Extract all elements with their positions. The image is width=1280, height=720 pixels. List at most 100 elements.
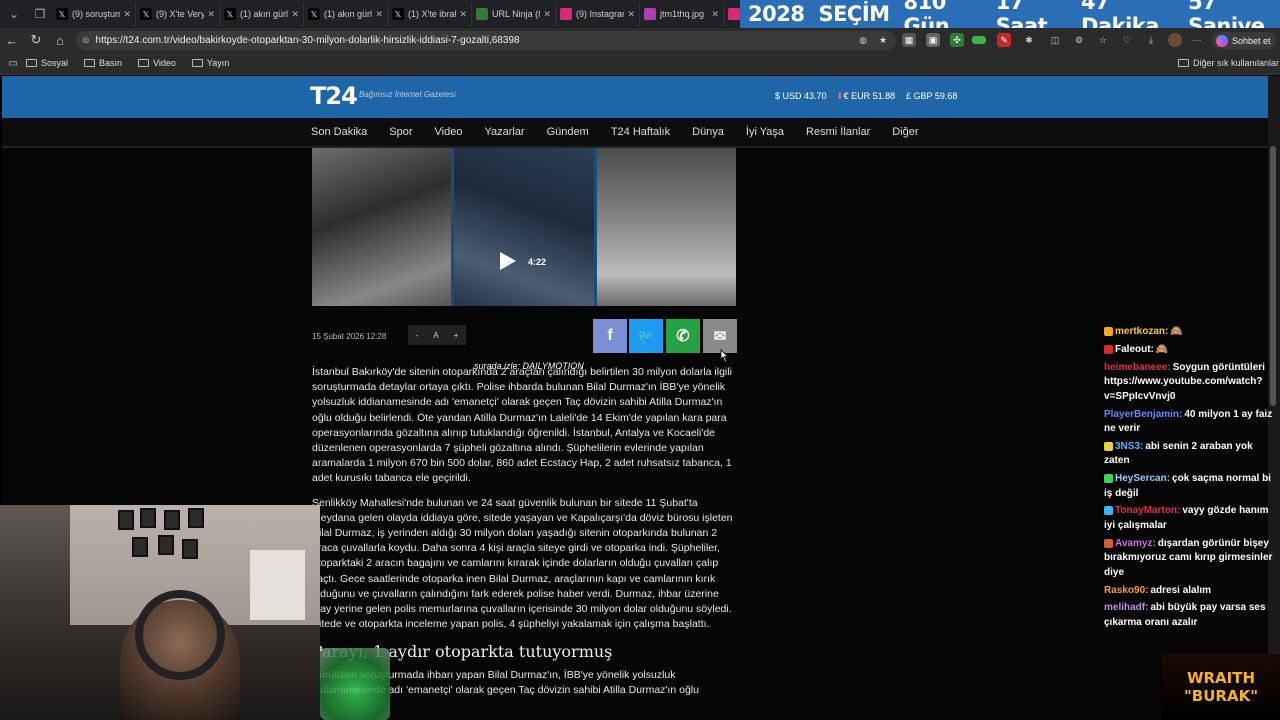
nav-item[interactable]: T24 Haftalık — [611, 126, 670, 138]
refresh-button[interactable]: ↻ — [24, 28, 48, 52]
url-ninja-icon — [476, 8, 488, 20]
wall-photo-frame — [158, 535, 174, 555]
browser-tab[interactable]: 𝕏 (1) X'te ibrah ✕ — [388, 2, 472, 26]
font-decrease-button[interactable]: - — [416, 331, 419, 340]
folder-icon — [191, 59, 203, 67]
browser-tab[interactable]: jtm1thq.jpg ✕ — [640, 2, 724, 26]
usd-value: USD 43.70 — [782, 91, 827, 101]
close-tab-icon[interactable]: ✕ — [375, 9, 383, 20]
wraith-burak-overlay-logo: WRAITH "BURAK" — [1162, 654, 1280, 720]
chat-username: Rasko90: — [1104, 584, 1149, 596]
election-countdown-banner: 2028 SEÇİM 810 Gün 17 Saat 47 Dakika 57 … — [740, 0, 1280, 38]
other-bookmarks-folder[interactable]: Diğer sık kullanılanlar — [1178, 58, 1279, 68]
browser-tab[interactable]: 𝕏 (1) akın gürle ✕ — [220, 2, 304, 26]
nav-item[interactable]: Yazarlar — [484, 126, 524, 138]
downloads-icon[interactable]: ⤓ — [1144, 33, 1158, 47]
browser-tab[interactable]: URL Ninja (8 ✕ — [472, 2, 556, 26]
tab-strip: 𝕏 (9) soruşturm ✕ 𝕏 (9) X'te Veryz ✕ 𝕏 (1) akın… — [52, 2, 740, 26]
browser-tab[interactable]: 𝕏 (9) X'te Veryz ✕ — [136, 2, 220, 26]
browser-tab[interactable]: (9) Instagram ✕ — [556, 2, 640, 26]
close-tab-icon[interactable]: ✕ — [459, 9, 467, 20]
x-icon: 𝕏 — [140, 8, 152, 20]
play-icon[interactable] — [497, 251, 517, 271]
nav-item[interactable]: Son Dakika — [311, 126, 367, 138]
chat-message: Faleout: 🙈 — [1104, 343, 1274, 357]
url-text: https://t24.com.tr/video/bakirkoyde-otop… — [95, 35, 520, 46]
wall-photo-frame — [118, 510, 134, 530]
font-increase-button[interactable]: + — [454, 331, 459, 340]
twitter-share-button[interactable]: 🐦 — [629, 319, 663, 353]
bookmark-folder-basin[interactable]: Basın — [84, 58, 122, 68]
split-screen-icon[interactable]: ◫ — [1048, 33, 1062, 47]
favorites-icon[interactable]: ☆ — [1096, 33, 1110, 47]
chat-username: heimebaneee: — [1104, 361, 1171, 373]
email-share-button[interactable]: ✉ — [703, 319, 737, 353]
address-bar[interactable]: ⊜ https://t24.com.tr/video/bakirkoyde-ot… — [76, 31, 896, 50]
chat-message: Avamyz: dışardan görünür bişey bırakmıyor… — [1104, 537, 1274, 580]
wall-photo-frame — [140, 508, 156, 528]
extension-icon[interactable]: ✎ — [997, 33, 1011, 47]
tab-title: (1) akın gürle — [240, 9, 289, 19]
settings-icon[interactable]: ⚙ — [1072, 33, 1086, 47]
nav-item[interactable]: Diğer — [892, 126, 918, 138]
facebook-share-button[interactable]: f — [593, 319, 627, 353]
home-button[interactable]: ⌂ — [48, 28, 72, 52]
browser-tab[interactable]: 𝕏 (1) akın gürle ✕ — [304, 2, 388, 26]
extension-icon[interactable]: ▣ — [926, 33, 940, 47]
extension-icon[interactable]: ✣ — [950, 33, 964, 47]
chat-message: HeySercan: çok saçma normal bi iş değil — [1104, 472, 1274, 501]
back-button[interactable]: ← — [0, 28, 24, 52]
collections-icon[interactable]: ♡ — [1120, 33, 1134, 47]
copilot-label: Sohbet et — [1232, 35, 1271, 46]
eur-rate: ⬇€ EUR 51.88 — [836, 91, 896, 101]
close-tab-icon[interactable]: ✕ — [543, 9, 551, 20]
t24-logo[interactable]: T24 — [310, 82, 358, 110]
bookmark-folder-video[interactable]: Video — [138, 58, 176, 68]
nav-item[interactable]: İyi Yaşa — [746, 126, 784, 138]
countdown-year: 2028 — [748, 2, 805, 26]
browser-toolbar: ← ↻ ⌂ ⊜ https://t24.com.tr/video/bakirko… — [0, 28, 1280, 52]
bookmark-folder-yayin[interactable]: Yayın — [191, 58, 230, 68]
workspaces-icon[interactable]: ❐ — [28, 2, 52, 26]
video-thumbnail-panel — [596, 148, 736, 306]
copilot-chat-button[interactable]: Sohbet et — [1212, 32, 1276, 49]
site-info-icon[interactable]: ⊜ — [82, 35, 90, 46]
chat-badge-icon — [1104, 441, 1113, 451]
chat-badge-icon — [1104, 474, 1113, 484]
browser-tab[interactable]: 𝕏 (9) soruşturm ✕ — [52, 2, 136, 26]
nav-item[interactable]: Gündem — [547, 126, 589, 138]
font-reset-button[interactable]: A — [433, 331, 438, 340]
browser-tab[interactable] — [724, 2, 740, 26]
bookmark-label: Sosyal — [41, 58, 69, 68]
close-tab-icon[interactable]: ✕ — [627, 9, 635, 20]
nav-item[interactable]: Spor — [389, 126, 412, 138]
video-player[interactable] — [312, 148, 736, 306]
sidebar-toggle-icon[interactable]: ▭ — [0, 58, 26, 69]
site-nav-menu: Son Dakika Spor Video Yazarlar Gündem T24 Haf… — [2, 118, 1268, 148]
bookmark-label: Yayın — [206, 58, 230, 68]
extension-icon[interactable] — [972, 36, 986, 44]
bookmark-folder-sosyal[interactable]: Sosyal — [26, 58, 68, 68]
mouse-cursor-icon — [720, 349, 729, 363]
chat-message: PlayerBenjamin: 40 milyon 1 ay faiz ne ve… — [1104, 408, 1274, 437]
extensions-puzzle-icon[interactable]: ✱ — [1022, 33, 1036, 47]
chat-username: mertkozan: — [1115, 326, 1169, 337]
whatsapp-share-button[interactable]: ✆ — [666, 319, 700, 353]
nav-item[interactable]: Video — [435, 126, 463, 138]
close-tab-icon[interactable]: ✕ — [711, 9, 719, 20]
tab-actions-menu-icon[interactable]: ⌄ — [2, 2, 26, 26]
nav-item[interactable]: Dünya — [692, 126, 724, 138]
close-tab-icon[interactable]: ✕ — [123, 9, 131, 20]
favorite-star-icon[interactable]: ★ — [876, 33, 890, 47]
countdown-title: SEÇİM — [818, 2, 890, 26]
chat-text: 🙈 — [1170, 326, 1183, 337]
close-tab-icon[interactable]: ✕ — [291, 9, 299, 20]
profile-avatar[interactable] — [1168, 33, 1182, 47]
nav-item[interactable]: Resmi İlanlar — [806, 126, 870, 138]
chat-username: Avamyz: — [1115, 537, 1156, 549]
close-tab-icon[interactable]: ✕ — [207, 9, 215, 20]
twitter-icon: 🐦 — [637, 327, 655, 344]
read-aloud-icon[interactable]: ◍ — [856, 33, 870, 47]
more-options-icon[interactable]: ⋯ — [1190, 33, 1204, 47]
extension-icon[interactable]: ▦ — [902, 33, 916, 47]
